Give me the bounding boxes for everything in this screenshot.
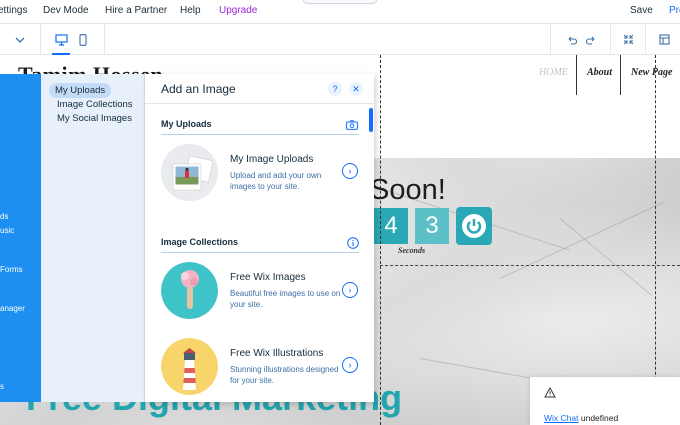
chevron-down-icon[interactable]	[12, 24, 28, 55]
subnav-my-uploads[interactable]: My Uploads	[49, 83, 112, 98]
subnav-my-social-images[interactable]: My Social Images	[51, 111, 138, 126]
section-title-collections: Image Collections	[161, 237, 239, 247]
redo-icon[interactable]	[584, 24, 598, 55]
layout-icon[interactable]	[656, 24, 672, 55]
item-title[interactable]: Free Wix Images	[230, 272, 306, 283]
free-images-thumbnail[interactable]	[161, 262, 218, 319]
free-illustrations-thumbnail[interactable]	[161, 338, 218, 395]
chevron-right-icon[interactable]: ›	[342, 357, 358, 373]
uploads-thumbnail[interactable]	[161, 144, 218, 201]
item-title[interactable]: My Image Uploads	[230, 154, 313, 165]
desktop-icon[interactable]	[53, 24, 69, 55]
countdown-digit: 3	[415, 208, 449, 244]
menu-dev-mode[interactable]: Dev Mode	[43, 5, 89, 16]
warning-icon	[544, 387, 556, 398]
item-title[interactable]: Free Wix Illustrations	[230, 348, 323, 359]
nav-about[interactable]: About	[587, 67, 612, 78]
item-desc: Stunning illustrations designed for your…	[230, 365, 339, 385]
close-button[interactable]: ✕	[349, 82, 363, 96]
mobile-icon[interactable]	[76, 24, 90, 55]
save-button[interactable]: Save	[630, 5, 653, 16]
info-icon[interactable]	[347, 237, 359, 249]
left-sidebar: ds usic Forms anager s	[0, 74, 41, 402]
item-desc: Beautiful free images to use on your sit…	[230, 289, 341, 309]
editor-toolbar	[0, 24, 680, 55]
chat-notice: Wix Chat undefined	[530, 377, 680, 425]
wix-chat-link[interactable]: Wix Chat	[544, 413, 578, 423]
sidebar-item-forms[interactable]: Forms	[0, 265, 23, 274]
coming-soon-text: Soon!	[370, 174, 446, 206]
menu-help[interactable]: Help	[180, 5, 201, 16]
section-title-uploads: My Uploads	[161, 119, 212, 129]
subnav-image-collections[interactable]: Image Collections	[51, 97, 139, 112]
help-button[interactable]: ?	[328, 82, 342, 96]
grid-guide	[655, 55, 656, 425]
preview-button[interactable]: Pre	[669, 5, 680, 16]
chevron-right-icon[interactable]: ›	[342, 163, 358, 179]
sidebar-item-manager[interactable]: anager	[0, 304, 25, 313]
nav-new-page[interactable]: New Page	[631, 67, 672, 78]
camera-icon[interactable]	[346, 120, 358, 130]
seconds-label: Seconds	[398, 246, 426, 255]
undo-icon[interactable]	[564, 24, 578, 55]
sidebar-item-s[interactable]: s	[0, 382, 4, 391]
menu-hire-partner[interactable]: Hire a Partner	[105, 5, 167, 16]
collapse-icon[interactable]	[620, 24, 636, 55]
item-desc: Upload and add your own images to your s…	[230, 171, 322, 191]
sidebar-item-ds[interactable]: ds	[0, 212, 8, 221]
power-icon	[456, 207, 492, 245]
scrollbar-thumb[interactable]	[369, 108, 373, 132]
nav-home[interactable]: HOME	[539, 67, 568, 78]
section-guide	[380, 265, 680, 266]
notice-text: undefined	[580, 413, 619, 423]
image-subnav: My Uploads Image Collections My Social I…	[41, 74, 145, 402]
menu-upgrade[interactable]: Upgrade	[219, 5, 257, 16]
panel-header: Add an Image ? ✕	[145, 74, 374, 104]
panel-title: Add an Image	[161, 82, 236, 96]
search-tab[interactable]	[302, 0, 378, 4]
grid-guide	[380, 55, 381, 425]
add-image-panel: Add an Image ? ✕ My Uploads My Image Upl…	[145, 74, 374, 402]
menu-settings[interactable]: ettings	[0, 5, 27, 16]
top-menu-bar: ettings Dev Mode Hire a Partner Help Upg…	[0, 0, 680, 24]
sidebar-item-music[interactable]: usic	[0, 226, 14, 235]
chevron-right-icon[interactable]: ›	[342, 282, 358, 298]
